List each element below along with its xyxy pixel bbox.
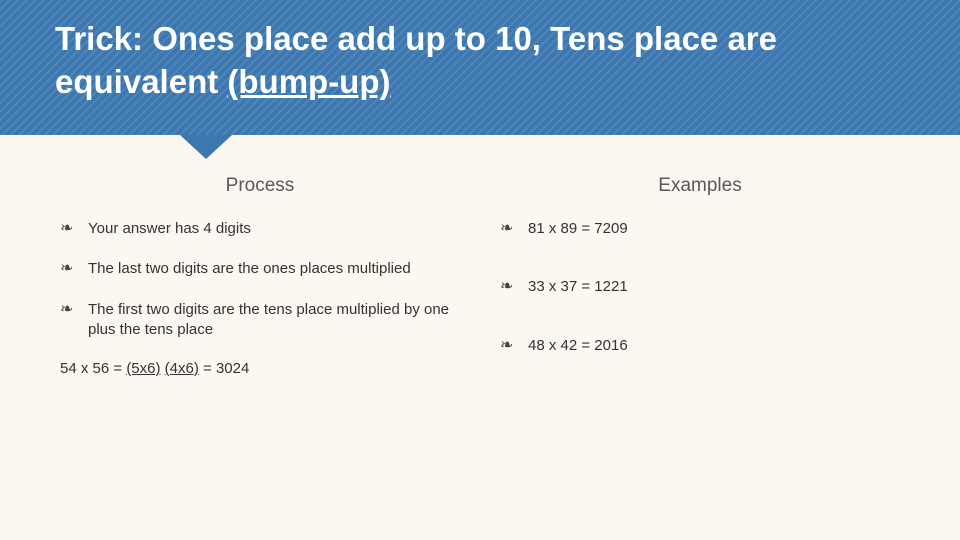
process-item-text: Your answer has 4 digits xyxy=(88,220,251,237)
slide: Trick: Ones place add up to 10, Tens pla… xyxy=(0,0,960,540)
examples-heading: Examples xyxy=(500,175,900,197)
process-item-text: The last two digits are the ones places … xyxy=(88,260,411,277)
worked-group1: (5x6) xyxy=(126,360,160,377)
bullet-icon: ❧ xyxy=(60,258,73,280)
examples-column: Examples ❧ 81 x 89 = 7209 ❧ 33 x 37 = 12… xyxy=(480,175,920,540)
examples-list: ❧ 81 x 89 = 7209 ❧ 33 x 37 = 1221 ❧ 48 x… xyxy=(500,219,900,356)
slide-title: Trick: Ones place add up to 10, Tens pla… xyxy=(55,18,910,104)
process-column: Process ❧ Your answer has 4 digits ❧ The… xyxy=(40,175,480,540)
examples-item: ❧ 33 x 37 = 1221 xyxy=(500,277,900,297)
header-pointer-icon xyxy=(180,135,232,159)
examples-item: ❧ 81 x 89 = 7209 xyxy=(500,219,900,239)
bullet-icon: ❧ xyxy=(500,335,513,357)
process-item: ❧ Your answer has 4 digits xyxy=(60,219,460,239)
examples-item-text: 81 x 89 = 7209 xyxy=(528,220,628,237)
worked-example: 54 x 56 = (5x6) (4x6) = 3024 xyxy=(60,360,460,377)
bullet-icon: ❧ xyxy=(60,299,73,321)
worked-group2: (4x6) xyxy=(165,360,199,377)
process-item: ❧ The last two digits are the ones place… xyxy=(60,259,460,279)
process-list: ❧ Your answer has 4 digits ❧ The last tw… xyxy=(60,219,460,340)
examples-item-text: 48 x 42 = 2016 xyxy=(528,337,628,354)
slide-title-underlined: (bump-up) xyxy=(227,63,390,100)
bullet-icon: ❧ xyxy=(60,218,73,240)
slide-body: Process ❧ Your answer has 4 digits ❧ The… xyxy=(0,175,960,540)
process-heading: Process xyxy=(60,175,460,197)
examples-item-text: 33 x 37 = 1221 xyxy=(528,278,628,295)
worked-prefix: 54 x 56 = xyxy=(60,360,126,377)
slide-header: Trick: Ones place add up to 10, Tens pla… xyxy=(0,0,960,135)
process-item-text: The first two digits are the tens place … xyxy=(88,301,449,338)
process-item: ❧ The first two digits are the tens plac… xyxy=(60,300,460,341)
slide-title-text: Trick: Ones place add up to 10, Tens pla… xyxy=(55,20,777,100)
bullet-icon: ❧ xyxy=(500,276,513,298)
worked-suffix: = 3024 xyxy=(199,360,249,377)
bullet-icon: ❧ xyxy=(500,218,513,240)
examples-item: ❧ 48 x 42 = 2016 xyxy=(500,336,900,356)
